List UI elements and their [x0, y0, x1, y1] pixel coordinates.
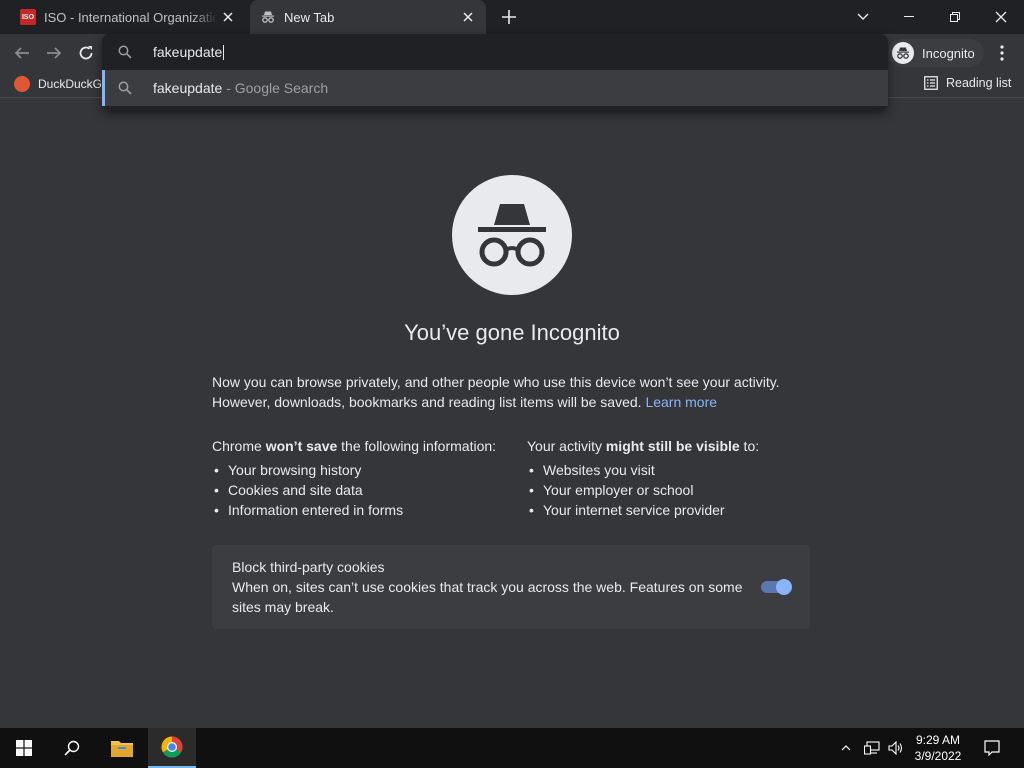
- minimize-button[interactable]: [886, 0, 932, 34]
- wont-save-section: Chrome won’t save the following informat…: [212, 436, 522, 520]
- list-item: Your internet service provider: [527, 500, 817, 520]
- intro-line-2: However, downloads, bookmarks and readin…: [212, 394, 642, 410]
- suggestion-text: fakeupdate - Google Search: [153, 80, 328, 96]
- reload-button[interactable]: [72, 39, 100, 67]
- learn-more-link[interactable]: Learn more: [645, 394, 717, 410]
- omnibox-text: fakeupdate: [153, 44, 223, 60]
- tab-iso[interactable]: ISO ISO - International Organization for…: [8, 0, 246, 34]
- list-item: Your browsing history: [212, 460, 522, 480]
- back-button[interactable]: [8, 39, 36, 67]
- wont-save-heading: Chrome won’t save the following informat…: [212, 438, 497, 454]
- reading-list-icon: [924, 76, 938, 90]
- close-tab-icon[interactable]: [458, 7, 478, 27]
- cookie-card-description: When on, sites can’t use cookies that tr…: [232, 579, 743, 615]
- still-visible-heading: Your activity might still be visible to:: [527, 438, 760, 454]
- windows-logo-icon: [16, 740, 32, 756]
- windows-taskbar: 9:29 AM 3/9/2022: [0, 728, 1024, 768]
- intro-line-1: Now you can browse privately, and other …: [212, 374, 780, 390]
- bookmark-duckduckgo[interactable]: DuckDuckGo: [14, 76, 109, 92]
- show-hidden-icons-chevron-icon[interactable]: [836, 728, 856, 768]
- forward-button[interactable]: [40, 39, 68, 67]
- omnibox[interactable]: fakeupdate: [102, 34, 888, 70]
- suggestion-source: - Google Search: [222, 80, 329, 96]
- volume-icon[interactable]: [884, 728, 908, 768]
- incognito-icon: [260, 9, 276, 25]
- still-visible-section: Your activity might still be visible to:…: [527, 436, 817, 520]
- suggestion-query: fakeupdate: [153, 80, 223, 96]
- block-cookies-toggle[interactable]: [761, 579, 793, 595]
- incognito-avatar-icon: [892, 42, 914, 64]
- profile-label: Incognito: [922, 45, 975, 61]
- search-icon: [118, 81, 132, 95]
- search-icon: [64, 740, 80, 756]
- new-tab-button[interactable]: [498, 6, 520, 28]
- cookie-card-title: Block third-party cookies: [232, 559, 385, 575]
- search-icon: [118, 45, 132, 59]
- chrome-taskbar-button[interactable]: [148, 728, 196, 768]
- text-caret: [223, 44, 225, 60]
- list-item: Information entered in forms: [212, 500, 522, 520]
- tab-title: New Tab: [284, 9, 335, 25]
- page-heading: You’ve gone Incognito: [404, 320, 620, 345]
- notifications-icon[interactable]: [980, 728, 1004, 768]
- toggle-knob: [776, 579, 792, 595]
- intro-text: Now you can browse privately, and other …: [212, 372, 812, 412]
- incognito-logo-icon: [452, 175, 572, 295]
- omnibox-input[interactable]: fakeupdate: [153, 43, 225, 61]
- network-icon[interactable]: [860, 728, 884, 768]
- tab-title: ISO - International Organization for Sta…: [44, 9, 218, 25]
- file-explorer-button[interactable]: [98, 728, 146, 768]
- reading-list-label: Reading list: [946, 76, 1012, 90]
- reading-list-button[interactable]: Reading list: [924, 76, 1011, 90]
- list-item: Cookies and site data: [212, 480, 522, 500]
- incognito-new-tab-page: You’ve gone Incognito Now you can browse…: [0, 98, 1024, 728]
- iso-favicon-icon: ISO: [20, 9, 36, 25]
- start-button[interactable]: [0, 728, 48, 768]
- list-item: Your employer or school: [527, 480, 817, 500]
- incognito-profile-chip[interactable]: Incognito: [888, 39, 984, 67]
- clock-time: 9:29 AM: [915, 733, 961, 747]
- list-item: Websites you visit: [527, 460, 817, 480]
- third-party-cookies-card: Block third-party cookies When on, sites…: [212, 545, 810, 629]
- tab-search-chevron-icon[interactable]: [840, 0, 886, 34]
- chrome-icon: [161, 736, 183, 758]
- taskbar-search-button[interactable]: [48, 728, 96, 768]
- omnibox-dropdown: fakeupdate fakeupdate - Google Search: [102, 34, 888, 110]
- clock-date: 3/9/2022: [914, 749, 962, 763]
- omnibox-suggestion[interactable]: fakeupdate - Google Search: [102, 70, 888, 106]
- tab-new-tab[interactable]: New Tab: [250, 0, 486, 34]
- restore-button[interactable]: [932, 0, 978, 34]
- tab-strip: ISO ISO - International Organization for…: [0, 0, 1024, 34]
- taskbar-clock[interactable]: 9:29 AM 3/9/2022: [906, 732, 970, 764]
- close-tab-icon[interactable]: [218, 7, 238, 27]
- duckduckgo-icon: [14, 76, 30, 92]
- more-menu-icon[interactable]: [990, 39, 1014, 67]
- folder-icon: [111, 741, 133, 757]
- close-window-button[interactable]: [978, 0, 1024, 34]
- bookmark-label: DuckDuckGo: [38, 77, 109, 91]
